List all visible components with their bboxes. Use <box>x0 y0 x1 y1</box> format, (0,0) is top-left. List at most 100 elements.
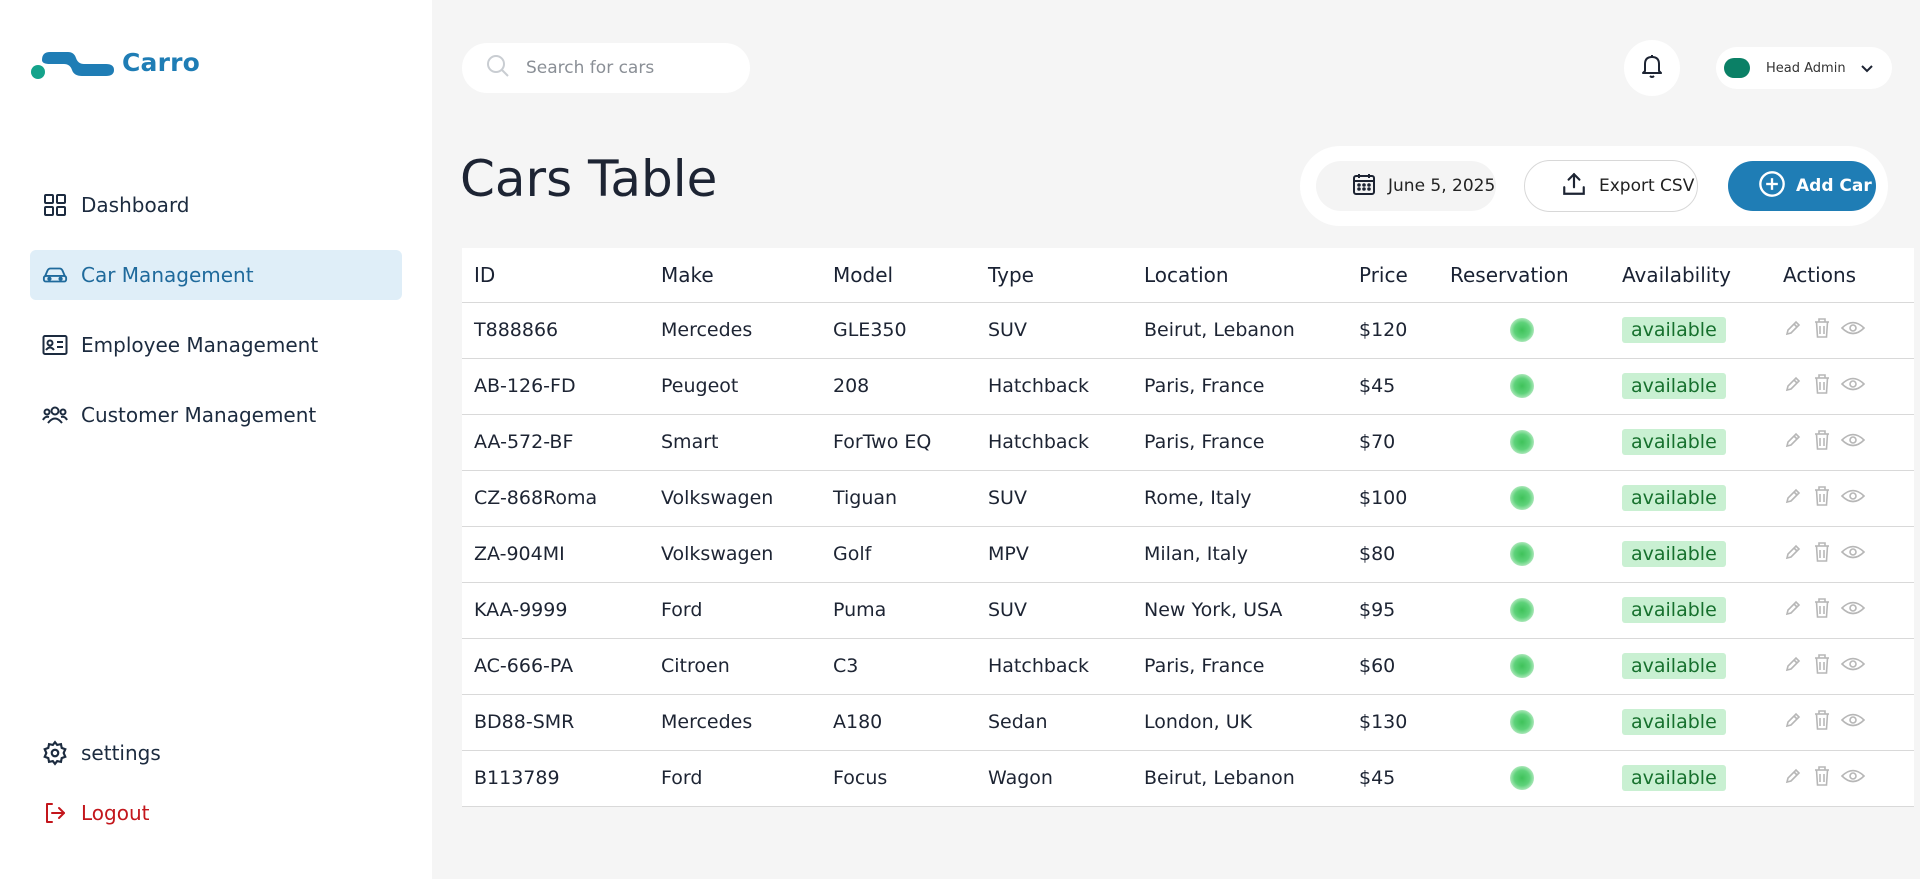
eye-icon[interactable] <box>1841 488 1865 504</box>
eye-icon[interactable] <box>1841 712 1865 728</box>
edit-icon[interactable] <box>1783 654 1803 674</box>
column-header[interactable]: Reservation <box>1438 248 1610 303</box>
cell-reservation <box>1438 358 1610 415</box>
edit-icon[interactable] <box>1783 486 1803 506</box>
calendar-icon <box>1352 172 1376 201</box>
toolbar: June 5, 2025 Export CSV Add Car <box>1300 146 1888 226</box>
eye-icon[interactable] <box>1841 320 1865 336</box>
cell-price: $120 <box>1347 302 1438 359</box>
settings-link[interactable]: settings <box>30 728 402 778</box>
table-row[interactable]: KAA-9999 Ford Puma SUV New York, USA $95 avail… <box>462 582 1914 639</box>
add-car-label: Add Car <box>1796 176 1872 196</box>
cell-make: Ford <box>649 582 821 639</box>
cell-actions <box>1771 414 1914 471</box>
sidebar-item-employee-management[interactable]: Employee Management <box>30 320 402 370</box>
edit-icon[interactable] <box>1783 430 1803 450</box>
trash-icon[interactable] <box>1813 429 1831 451</box>
cell-reservation <box>1438 750 1610 807</box>
table-row[interactable]: T888866 Mercedes GLE350 SUV Beirut, Lebanon $… <box>462 302 1914 359</box>
trash-icon[interactable] <box>1813 709 1831 731</box>
table-row[interactable]: AA-572-BF Smart ForTwo EQ Hatchback Paris, F… <box>462 414 1914 471</box>
status-badge: available <box>1622 597 1726 623</box>
cell-availability: available <box>1610 582 1771 639</box>
eye-icon[interactable] <box>1841 656 1865 672</box>
edit-icon[interactable] <box>1783 710 1803 730</box>
cell-model: Tiguan <box>821 470 976 527</box>
table-row[interactable]: CZ-868Roma Volkswagen Tiguan SUV Rome, Italy… <box>462 470 1914 527</box>
cell-model: GLE350 <box>821 302 976 359</box>
date-picker-button[interactable]: June 5, 2025 <box>1316 161 1496 211</box>
column-header[interactable]: Model <box>821 248 976 303</box>
column-header[interactable]: Make <box>649 248 821 303</box>
table-row[interactable]: BD88-SMR Mercedes A180 Sedan London, UK $130 a… <box>462 694 1914 751</box>
column-header[interactable]: Type <box>976 248 1132 303</box>
sidebar-item-customer-management[interactable]: Customer Management <box>30 390 402 440</box>
status-badge: available <box>1622 373 1726 399</box>
logout-link[interactable]: Logout <box>30 788 402 838</box>
cell-id: T888866 <box>462 302 649 359</box>
eye-icon[interactable] <box>1841 376 1865 392</box>
cell-type: Wagon <box>976 750 1132 807</box>
add-car-button[interactable]: Add Car <box>1728 161 1876 211</box>
edit-icon[interactable] <box>1783 318 1803 338</box>
cell-reservation <box>1438 694 1610 751</box>
table-row[interactable]: AB-126-FD Peugeot 208 Hatchback Paris, Franc… <box>462 358 1914 415</box>
sidebar-item-car-management[interactable]: Car Management <box>30 250 402 300</box>
sidebar-nav: Dashboard Car Management Employee Manage… <box>30 180 402 460</box>
trash-icon[interactable] <box>1813 765 1831 787</box>
eye-icon[interactable] <box>1841 432 1865 448</box>
eye-icon[interactable] <box>1841 544 1865 560</box>
cell-actions <box>1771 302 1914 359</box>
trash-icon[interactable] <box>1813 485 1831 507</box>
cell-type: Hatchback <box>976 358 1132 415</box>
user-menu[interactable]: Head Admin <box>1716 47 1892 89</box>
trash-icon[interactable] <box>1813 597 1831 619</box>
column-header[interactable]: ID <box>462 248 649 303</box>
search-input[interactable] <box>526 58 726 78</box>
sidebar-item-dashboard[interactable]: Dashboard <box>30 180 402 230</box>
table-row[interactable]: AC-666-PA Citroen C3 Hatchback Paris, France… <box>462 638 1914 695</box>
cell-make: Peugeot <box>649 358 821 415</box>
edit-icon[interactable] <box>1783 598 1803 618</box>
trash-icon[interactable] <box>1813 541 1831 563</box>
logo[interactable]: Carro <box>30 42 200 82</box>
sidebar-item-label: Dashboard <box>81 193 190 217</box>
row-actions <box>1783 653 1865 675</box>
cell-availability: available <box>1610 470 1771 527</box>
settings-label: settings <box>81 741 161 765</box>
edit-icon[interactable] <box>1783 766 1803 786</box>
bell-icon <box>1640 53 1664 83</box>
notifications-button[interactable] <box>1624 40 1680 96</box>
search-bar[interactable] <box>462 43 750 93</box>
cell-model: Golf <box>821 526 976 583</box>
cell-type: Hatchback <box>976 638 1132 695</box>
cell-price: $95 <box>1347 582 1438 639</box>
cell-actions <box>1771 638 1914 695</box>
page-title: Cars Table <box>460 150 718 208</box>
car-icon <box>42 262 68 288</box>
reservation-status-dot <box>1510 486 1534 510</box>
status-badge: available <box>1622 317 1726 343</box>
edit-icon[interactable] <box>1783 542 1803 562</box>
table-row[interactable]: ZA-904MI Volkswagen Golf MPV Milan, Italy $80… <box>462 526 1914 583</box>
export-csv-button[interactable]: Export CSV <box>1524 160 1698 212</box>
cell-availability: available <box>1610 302 1771 359</box>
cell-location: Beirut, Lebanon <box>1132 750 1347 807</box>
cell-type: SUV <box>976 470 1132 527</box>
trash-icon[interactable] <box>1813 317 1831 339</box>
upload-icon <box>1561 171 1587 202</box>
eye-icon[interactable] <box>1841 768 1865 784</box>
edit-icon[interactable] <box>1783 374 1803 394</box>
cell-make: Mercedes <box>649 694 821 751</box>
row-actions <box>1783 317 1865 339</box>
eye-icon[interactable] <box>1841 600 1865 616</box>
column-header[interactable]: Location <box>1132 248 1347 303</box>
cell-availability: available <box>1610 526 1771 583</box>
reservation-status-dot <box>1510 318 1534 342</box>
trash-icon[interactable] <box>1813 653 1831 675</box>
column-header[interactable]: Price <box>1347 248 1438 303</box>
cell-price: $45 <box>1347 750 1438 807</box>
table-row[interactable]: B113789 Ford Focus Wagon Beirut, Lebanon $45 a… <box>462 750 1914 807</box>
column-header[interactable]: Availability <box>1610 248 1771 303</box>
trash-icon[interactable] <box>1813 373 1831 395</box>
